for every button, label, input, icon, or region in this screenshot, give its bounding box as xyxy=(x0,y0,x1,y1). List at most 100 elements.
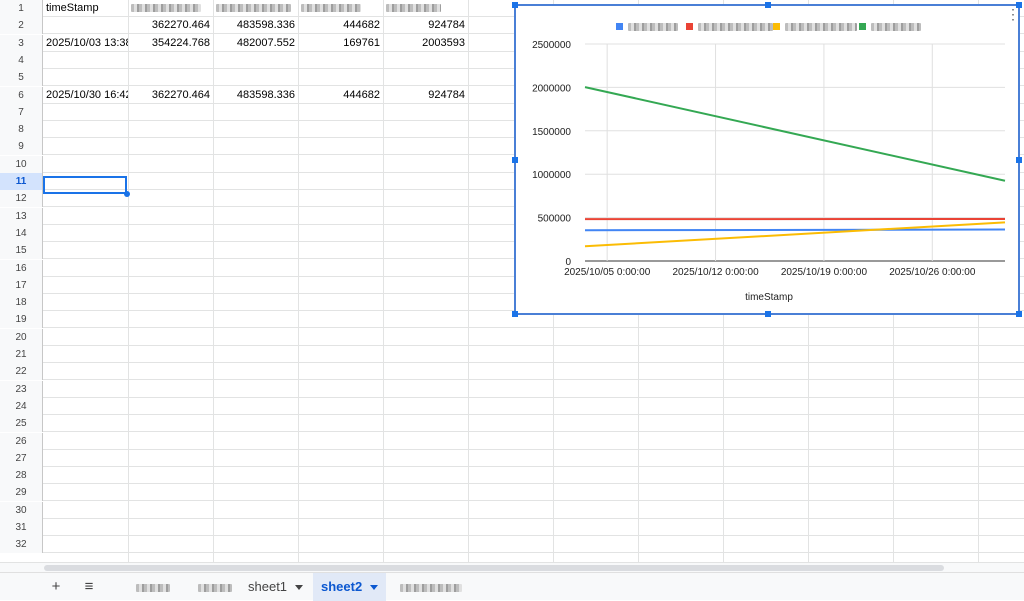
table-row: 22 xyxy=(0,363,1024,380)
cell-e2[interactable]: 924784 xyxy=(383,17,468,34)
row-header[interactable]: 19 xyxy=(0,311,43,328)
row-header[interactable]: 9 xyxy=(0,138,43,155)
cell-c6[interactable]: 483598.336 xyxy=(213,87,298,104)
row-header[interactable]: 8 xyxy=(0,121,43,138)
sheet-tab-bar: + ≡ sheet1 sheet2 xyxy=(0,572,1024,600)
sheet-tab[interactable] xyxy=(128,573,178,601)
y-tick-label: 2500000 xyxy=(532,40,571,51)
chevron-down-icon[interactable] xyxy=(295,585,303,590)
sheet-tab-sheet1[interactable]: sheet1 xyxy=(240,573,311,601)
row-header[interactable]: 20 xyxy=(0,329,43,346)
cell-e3[interactable]: 2003593 xyxy=(383,35,468,52)
cell-b2[interactable]: 362270.464 xyxy=(128,17,213,34)
row-header[interactable]: 11 xyxy=(0,173,43,190)
redacted-text xyxy=(198,584,232,592)
chart-plot: 050000010000001500000200000025000002025/… xyxy=(516,6,1022,317)
x-tick-label: 2025/10/05 0:00:00 xyxy=(564,267,651,278)
row-header[interactable]: 16 xyxy=(0,260,43,277)
row-header[interactable]: 3 xyxy=(0,35,43,52)
selected-cell[interactable] xyxy=(43,176,127,194)
row-header[interactable]: 28 xyxy=(0,467,43,484)
line-chart[interactable]: ⋮ 05000001000000150000020000002500000202… xyxy=(514,4,1020,315)
row-header[interactable]: 29 xyxy=(0,484,43,501)
horizontal-scrollbar[interactable] xyxy=(0,562,1024,572)
series-line xyxy=(585,230,1005,231)
table-row: 21 xyxy=(0,346,1024,363)
redacted-text xyxy=(386,4,441,12)
y-tick-label: 1500000 xyxy=(532,127,571,138)
table-row: 26 xyxy=(0,433,1024,450)
table-row: 31 xyxy=(0,519,1024,536)
x-tick-label: 2025/10/19 0:00:00 xyxy=(781,267,868,278)
x-tick-label: 2025/10/26 0:00:00 xyxy=(889,267,976,278)
row-header[interactable]: 7 xyxy=(0,104,43,121)
series-line xyxy=(585,222,1005,246)
cell-d3[interactable]: 169761 xyxy=(298,35,383,52)
cell-c3[interactable]: 482007.552 xyxy=(213,35,298,52)
sheet-tab[interactable] xyxy=(392,573,470,601)
redacted-text xyxy=(131,4,201,12)
column-header-cell[interactable] xyxy=(383,0,468,17)
row-header[interactable]: 14 xyxy=(0,225,43,242)
cell-e6[interactable]: 924784 xyxy=(383,87,468,104)
cell-a1[interactable]: timeStamp xyxy=(43,0,128,17)
row-header[interactable]: 17 xyxy=(0,277,43,294)
x-axis-title: timeStamp xyxy=(745,292,793,303)
column-header-cell[interactable] xyxy=(213,0,298,17)
fill-handle[interactable] xyxy=(124,191,130,197)
y-tick-label: 2000000 xyxy=(532,83,571,94)
row-header[interactable]: 26 xyxy=(0,433,43,450)
row-header[interactable]: 13 xyxy=(0,208,43,225)
sheet-tab-sheet2[interactable]: sheet2 xyxy=(313,573,386,601)
y-tick-label: 500000 xyxy=(538,214,572,225)
row-header[interactable]: 18 xyxy=(0,294,43,311)
row-header[interactable]: 2 xyxy=(0,17,43,34)
table-row: 28 xyxy=(0,467,1024,484)
row-header[interactable]: 4 xyxy=(0,52,43,69)
row-header[interactable]: 10 xyxy=(0,156,43,173)
row-header[interactable]: 12 xyxy=(0,190,43,207)
cell-a6[interactable]: 2025/10/30 16:42 xyxy=(43,87,128,104)
row-header[interactable]: 6 xyxy=(0,87,43,104)
y-tick-label: 1000000 xyxy=(532,170,571,181)
column-header-cell[interactable] xyxy=(128,0,213,17)
row-header[interactable]: 5 xyxy=(0,69,43,86)
chevron-down-icon[interactable] xyxy=(370,585,378,590)
row-header[interactable]: 31 xyxy=(0,519,43,536)
column-header-cell[interactable] xyxy=(298,0,383,17)
redacted-text xyxy=(400,584,462,592)
row-header[interactable]: 1 xyxy=(0,0,43,17)
table-row: 24 xyxy=(0,398,1024,415)
all-sheets-menu-icon[interactable]: ≡ xyxy=(78,577,100,597)
row-header[interactable]: 22 xyxy=(0,363,43,380)
table-row: 27 xyxy=(0,450,1024,467)
cell-b6[interactable]: 362270.464 xyxy=(128,87,213,104)
cell-a3[interactable]: 2025/10/03 13:38 xyxy=(43,35,128,52)
redacted-text xyxy=(216,4,291,12)
series-line xyxy=(585,87,1005,181)
row-header[interactable]: 27 xyxy=(0,450,43,467)
cell-b3[interactable]: 354224.768 xyxy=(128,35,213,52)
cell-d6[interactable]: 444682 xyxy=(298,87,383,104)
table-row: 25 xyxy=(0,415,1024,432)
row-header[interactable]: 21 xyxy=(0,346,43,363)
row-header[interactable]: 23 xyxy=(0,381,43,398)
table-row: 29 xyxy=(0,484,1024,501)
row-header[interactable]: 30 xyxy=(0,502,43,519)
cell-d2[interactable]: 444682 xyxy=(298,17,383,34)
table-row: 23 xyxy=(0,381,1024,398)
redacted-text xyxy=(301,4,361,12)
row-header[interactable]: 15 xyxy=(0,242,43,259)
redacted-text xyxy=(136,584,170,592)
scrollbar-thumb[interactable] xyxy=(44,565,944,571)
row-header[interactable]: 25 xyxy=(0,415,43,432)
row-header[interactable]: 32 xyxy=(0,536,43,553)
sheet-tab-label: sheet1 xyxy=(248,579,287,594)
row-header[interactable]: 24 xyxy=(0,398,43,415)
add-sheet-button[interactable]: + xyxy=(46,577,66,597)
x-tick-label: 2025/10/12 0:00:00 xyxy=(672,267,759,278)
sheet-tab-label: sheet2 xyxy=(321,579,362,594)
table-row: 20 xyxy=(0,329,1024,346)
cell-c2[interactable]: 483598.336 xyxy=(213,17,298,34)
sheet-tab[interactable] xyxy=(190,573,240,601)
